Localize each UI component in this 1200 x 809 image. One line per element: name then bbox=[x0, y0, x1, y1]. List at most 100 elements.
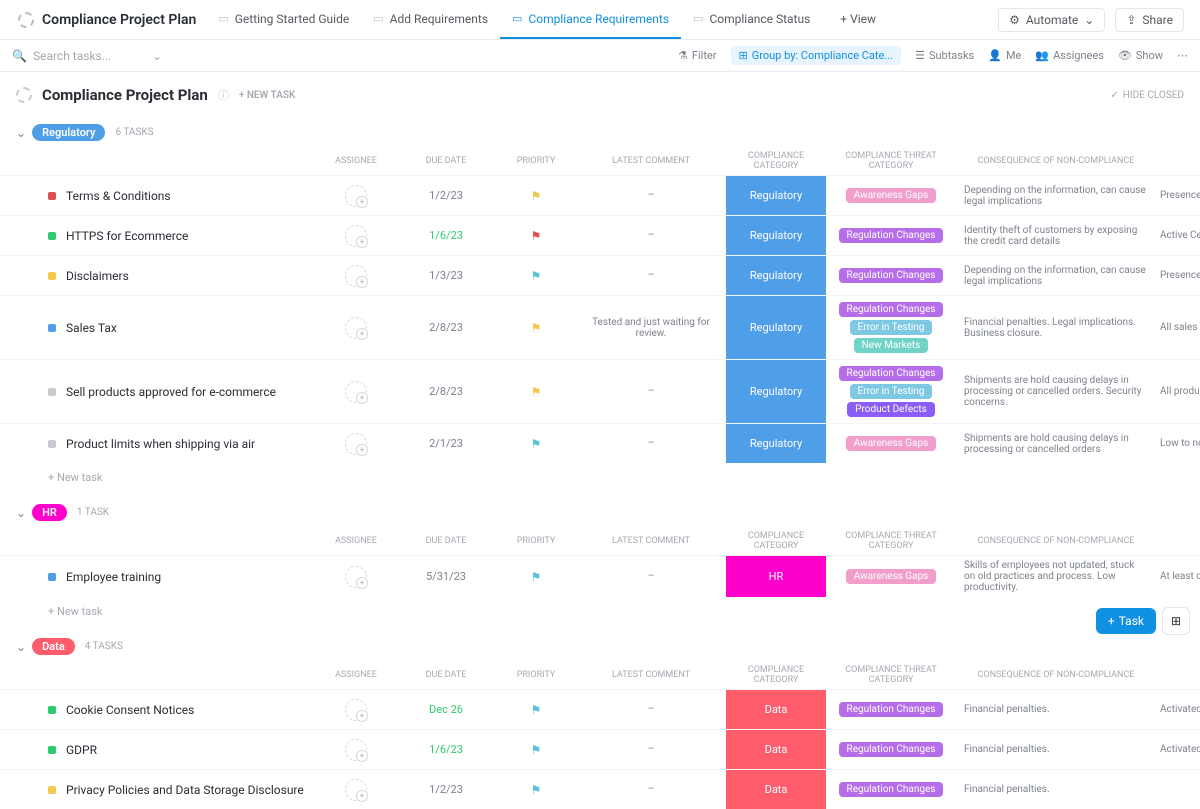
col-threat[interactable]: COMPLIANCE THREAT CATEGORY bbox=[826, 151, 956, 171]
assignee-avatar[interactable] bbox=[345, 433, 367, 455]
due-date[interactable]: 1/2/23 bbox=[396, 189, 496, 202]
new-task-fab[interactable]: + Task bbox=[1096, 608, 1156, 634]
col-assignee[interactable]: ASSIGNEE bbox=[316, 536, 396, 546]
tab-compliance-requirements[interactable]: ▭Compliance Requirements bbox=[500, 0, 681, 39]
status-square[interactable] bbox=[48, 746, 56, 754]
due-date[interactable]: 5/31/23 bbox=[396, 570, 496, 583]
col-assignee[interactable]: ASSIGNEE bbox=[316, 156, 396, 166]
task-row[interactable]: GDPR 1/6/23 ⚑ – Data Regulation Changes … bbox=[0, 729, 1200, 769]
task-row[interactable]: Terms & Conditions 1/2/23 ⚑ – Regulatory… bbox=[0, 175, 1200, 215]
status-square[interactable] bbox=[48, 388, 56, 396]
collapse-icon[interactable]: ⌄ bbox=[16, 506, 26, 520]
hide-closed-button[interactable]: ✓ HIDE CLOSED bbox=[1110, 90, 1184, 101]
task-row[interactable]: Product limits when shipping via air 2/1… bbox=[0, 423, 1200, 463]
due-date[interactable]: 1/2/23 bbox=[396, 783, 496, 796]
group-name-pill[interactable]: Data bbox=[32, 638, 75, 655]
status-square[interactable] bbox=[48, 192, 56, 200]
filter-button[interactable]: ⚗Filter bbox=[678, 49, 716, 62]
assignees-button[interactable]: 👥Assignees bbox=[1035, 49, 1104, 62]
threat-pill[interactable]: New Markets bbox=[854, 338, 929, 353]
assignee-avatar[interactable] bbox=[345, 317, 367, 339]
group-name-pill[interactable]: HR bbox=[32, 504, 67, 521]
col-category[interactable]: COMPLIANCE CATEGORY bbox=[726, 665, 826, 685]
collapse-icon[interactable]: ⌄ bbox=[16, 640, 26, 654]
show-button[interactable]: 👁Show bbox=[1118, 49, 1163, 62]
threat-pill[interactable]: Awareness Gaps bbox=[846, 569, 937, 584]
compliance-category[interactable]: Regulatory bbox=[726, 360, 826, 423]
assignee-avatar[interactable] bbox=[345, 265, 367, 287]
group-name-pill[interactable]: Regulatory bbox=[32, 124, 105, 141]
task-row[interactable]: Sales Tax 2/8/23 ⚑ Tested and just waiti… bbox=[0, 295, 1200, 359]
automate-button[interactable]: ⚙ Automate ⌄ bbox=[998, 8, 1105, 32]
due-date[interactable]: 2/1/23 bbox=[396, 437, 496, 450]
task-row[interactable]: HTTPS for Ecommerce 1/6/23 ⚑ – Regulator… bbox=[0, 215, 1200, 255]
priority-flag-icon[interactable]: ⚑ bbox=[531, 437, 542, 451]
tab-compliance-status[interactable]: ▭Compliance Status bbox=[681, 0, 822, 39]
due-date[interactable]: 2/8/23 bbox=[396, 321, 496, 334]
info-icon[interactable]: ⓘ bbox=[218, 87, 229, 103]
new-task-row[interactable]: + New task bbox=[0, 463, 1200, 492]
status-square[interactable] bbox=[48, 786, 56, 794]
task-row[interactable]: Privacy Policies and Data Storage Disclo… bbox=[0, 769, 1200, 809]
col-threat[interactable]: COMPLIANCE THREAT CATEGORY bbox=[826, 665, 956, 685]
due-date[interactable]: 1/3/23 bbox=[396, 269, 496, 282]
priority-flag-icon[interactable]: ⚑ bbox=[531, 229, 542, 243]
priority-flag-icon[interactable]: ⚑ bbox=[531, 189, 542, 203]
status-square[interactable] bbox=[48, 573, 56, 581]
col-performance[interactable]: PERFORM bbox=[1156, 156, 1200, 166]
threat-pill[interactable]: Product Defects bbox=[847, 402, 935, 417]
task-row[interactable]: Employee training 5/31/23 ⚑ – HR Awarene… bbox=[0, 555, 1200, 597]
group-by-button[interactable]: ⊞Group by: Compliance Cate... bbox=[731, 46, 902, 65]
col-comment[interactable]: LATEST COMMENT bbox=[576, 536, 726, 546]
threat-pill[interactable]: Regulation Changes bbox=[839, 366, 944, 381]
threat-pill[interactable]: Error in Testing bbox=[850, 320, 933, 335]
task-row[interactable]: Disclaimers 1/3/23 ⚑ – Regulatory Regula… bbox=[0, 255, 1200, 295]
col-priority[interactable]: PRIORITY bbox=[496, 536, 576, 546]
priority-flag-icon[interactable]: ⚑ bbox=[531, 321, 542, 335]
col-consequence[interactable]: CONSEQUENCE OF NON-COMPLIANCE bbox=[956, 670, 1156, 680]
threat-pill[interactable]: Regulation Changes bbox=[839, 702, 944, 717]
threat-pill[interactable]: Awareness Gaps bbox=[846, 188, 937, 203]
compliance-category[interactable]: Data bbox=[726, 690, 826, 729]
threat-pill[interactable]: Awareness Gaps bbox=[846, 436, 937, 451]
col-performance[interactable]: PERFORM bbox=[1156, 536, 1200, 546]
task-row[interactable]: Cookie Consent Notices Dec 26 ⚑ – Data R… bbox=[0, 689, 1200, 729]
col-due[interactable]: DUE DATE bbox=[396, 156, 496, 166]
col-consequence[interactable]: CONSEQUENCE OF NON-COMPLIANCE bbox=[956, 156, 1156, 166]
col-comment[interactable]: LATEST COMMENT bbox=[576, 156, 726, 166]
status-square[interactable] bbox=[48, 440, 56, 448]
compliance-category[interactable]: Data bbox=[726, 770, 826, 809]
compliance-category[interactable]: Regulatory bbox=[726, 176, 826, 215]
apps-fab[interactable]: ⊞ bbox=[1162, 607, 1190, 635]
compliance-category[interactable]: HR bbox=[726, 556, 826, 597]
search-input[interactable]: 🔍 Search tasks... ⌄ bbox=[12, 49, 162, 63]
col-assignee[interactable]: ASSIGNEE bbox=[316, 670, 396, 680]
compliance-category[interactable]: Regulatory bbox=[726, 256, 826, 295]
me-button[interactable]: 👤Me bbox=[988, 49, 1021, 62]
collapse-icon[interactable]: ⌄ bbox=[16, 126, 26, 140]
threat-pill[interactable]: Regulation Changes bbox=[839, 782, 944, 797]
assignee-avatar[interactable] bbox=[345, 185, 367, 207]
col-due[interactable]: DUE DATE bbox=[396, 670, 496, 680]
priority-flag-icon[interactable]: ⚑ bbox=[531, 743, 542, 757]
tab-add-requirements[interactable]: ▭Add Requirements bbox=[361, 0, 500, 39]
assignee-avatar[interactable] bbox=[345, 739, 367, 761]
status-square[interactable] bbox=[48, 706, 56, 714]
assignee-avatar[interactable] bbox=[345, 779, 367, 801]
compliance-category[interactable]: Regulatory bbox=[726, 296, 826, 359]
col-due[interactable]: DUE DATE bbox=[396, 536, 496, 546]
threat-pill[interactable]: Error in Testing bbox=[850, 384, 933, 399]
more-button[interactable]: ⋯ bbox=[1177, 49, 1188, 62]
col-priority[interactable]: PRIORITY bbox=[496, 156, 576, 166]
assignee-avatar[interactable] bbox=[345, 381, 367, 403]
threat-pill[interactable]: Regulation Changes bbox=[839, 228, 944, 243]
col-category[interactable]: COMPLIANCE CATEGORY bbox=[726, 531, 826, 551]
threat-pill[interactable]: Regulation Changes bbox=[839, 742, 944, 757]
priority-flag-icon[interactable]: ⚑ bbox=[531, 385, 542, 399]
priority-flag-icon[interactable]: ⚑ bbox=[531, 269, 542, 283]
compliance-category[interactable]: Data bbox=[726, 730, 826, 769]
assignee-avatar[interactable] bbox=[345, 225, 367, 247]
col-priority[interactable]: PRIORITY bbox=[496, 670, 576, 680]
status-square[interactable] bbox=[48, 232, 56, 240]
assignee-avatar[interactable] bbox=[345, 566, 367, 588]
